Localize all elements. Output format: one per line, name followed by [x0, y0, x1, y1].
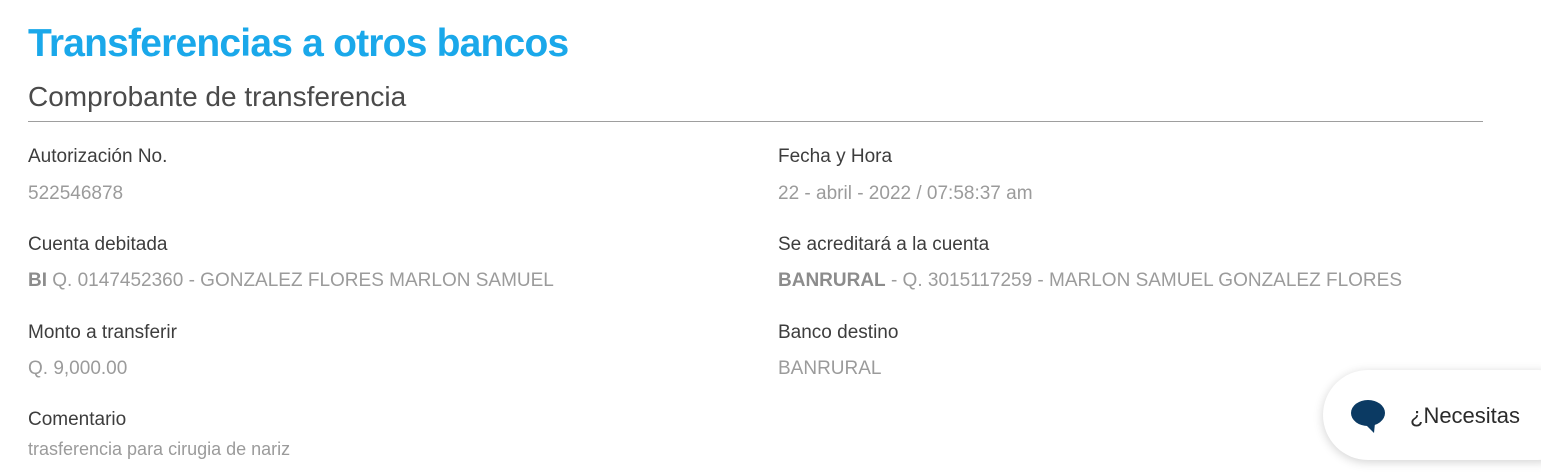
authorization-value: 522546878 — [28, 183, 124, 204]
chat-bubble-icon — [1351, 400, 1385, 433]
comment-value: trasferencia para cirugia de nariz — [28, 439, 291, 459]
credited-account-label: Se acreditará a la cuenta — [778, 234, 990, 255]
page-subtitle: Comprobante de transferencia — [28, 81, 407, 112]
datetime-value: 22 - abril - 2022 / 07:58:37 am — [778, 183, 1033, 204]
transfer-receipt-page: Transferencias a otros bancos Comprobant… — [0, 0, 1541, 476]
destination-bank-label: Banco destino — [778, 322, 899, 343]
amount-value: Q. 9,000.00 — [28, 358, 128, 379]
datetime-label: Fecha y Hora — [778, 146, 893, 167]
page-title: Transferencias a otros bancos — [28, 22, 569, 65]
credited-bank-name: BANRURAL — [778, 270, 886, 291]
authorization-label: Autorización No. — [28, 146, 168, 167]
header-divider — [28, 121, 1483, 122]
help-chat-button[interactable]: ¿Necesitas — [1323, 370, 1541, 460]
debited-bank-code: BI — [28, 270, 47, 291]
debited-account-number: Q. 0147452360 - GONZALEZ FLORES MARLON S… — [52, 270, 554, 291]
comment-label: Comentario — [28, 409, 127, 430]
amount-label: Monto a transferir — [28, 322, 177, 343]
debited-account-value: BI Q. 0147452360 - GONZALEZ FLORES MARLO… — [28, 270, 554, 292]
debited-account-label: Cuenta debitada — [28, 234, 168, 255]
credited-account-number: - Q. 3015117259 - MARLON SAMUEL GONZALEZ… — [890, 270, 1402, 291]
destination-bank-value: BANRURAL — [778, 358, 882, 379]
credited-account-value: BANRURAL - Q. 3015117259 - MARLON SAMUEL… — [778, 270, 1402, 292]
help-chat-label: ¿Necesitas — [1410, 403, 1521, 428]
